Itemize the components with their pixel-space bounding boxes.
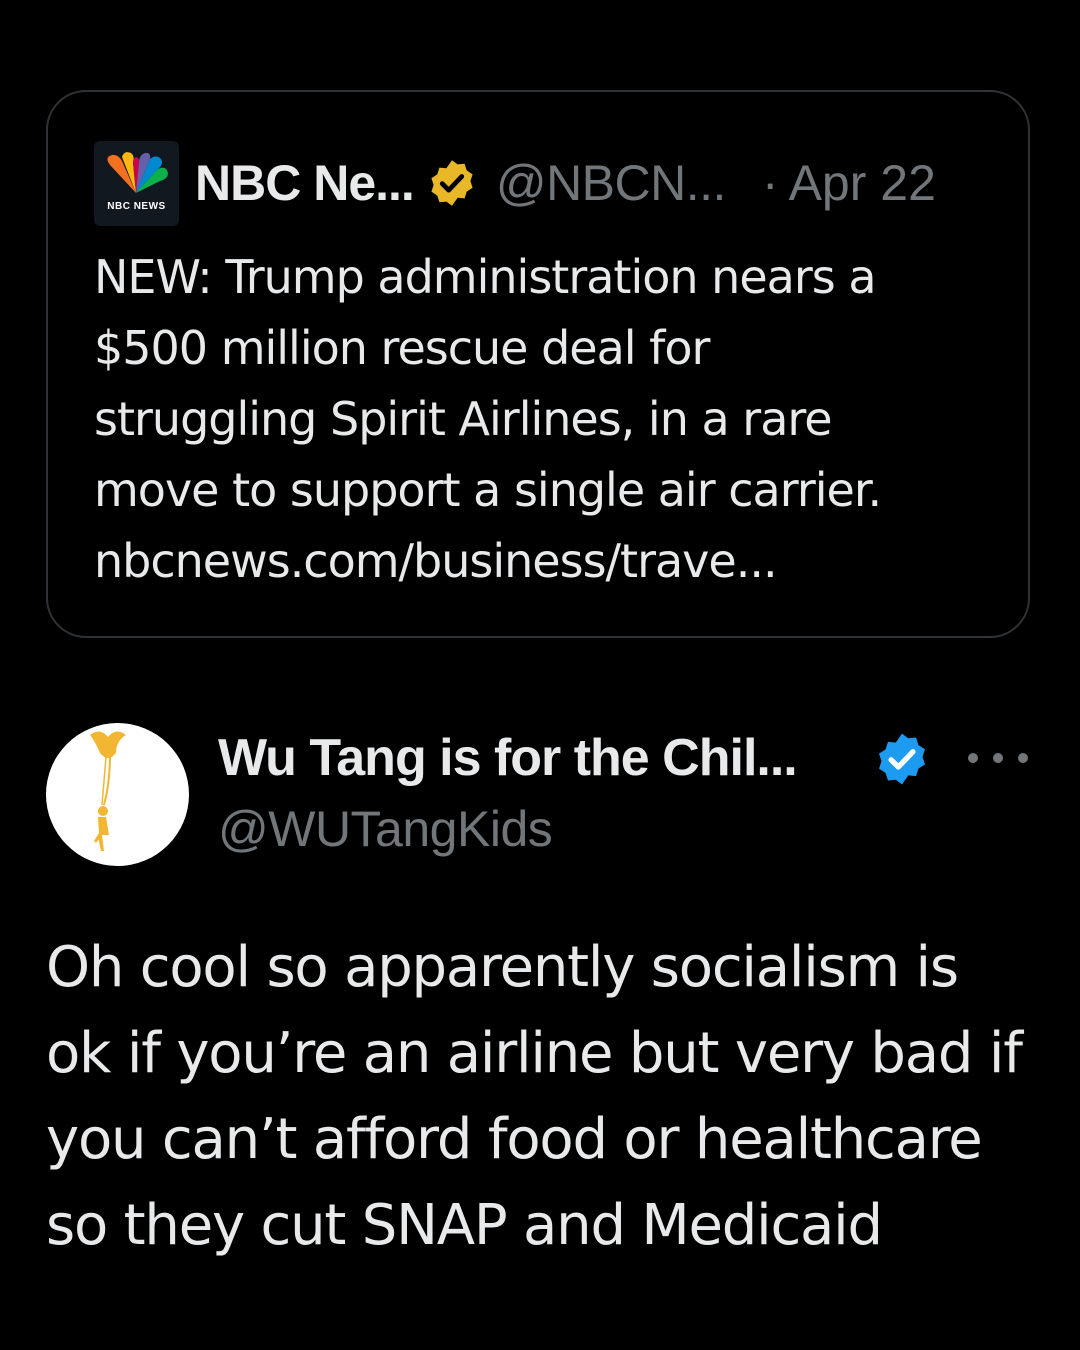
nbc-news-logo[interactable]: NBC NEWS bbox=[94, 140, 179, 226]
tweet-text-line: Oh cool so apparently socialism is bbox=[46, 935, 959, 1000]
dot bbox=[1018, 753, 1028, 763]
quoted-tweet-card[interactable]: NBC NEWS NBC Ne... @NBCN... · Apr 22 NEW… bbox=[46, 90, 1030, 638]
tweet-text-line: so they cut SNAP and Medicaid bbox=[46, 1193, 883, 1258]
quoted-author-name[interactable]: NBC Ne... bbox=[195, 154, 415, 212]
author-name[interactable]: Wu Tang is for the Chil... bbox=[218, 728, 798, 788]
avatar[interactable] bbox=[46, 723, 189, 866]
quoted-text-line: $500 million rescue deal for bbox=[94, 321, 710, 375]
quoted-text-line: struggling Spirit Airlines, in a rare bbox=[94, 392, 833, 446]
logo-text: NBC NEWS bbox=[107, 200, 166, 212]
balloon-girl-avatar-icon bbox=[90, 731, 126, 851]
tweet-text-line: you can’t afford food or healthcare bbox=[46, 1107, 983, 1172]
dot bbox=[968, 753, 978, 763]
quoted-tweet-date[interactable]: Apr 22 bbox=[789, 154, 936, 212]
quoted-tweet-text: NEW: Trump administration nears a $500 m… bbox=[94, 242, 994, 597]
tweet-text: Oh cool so apparently socialism is ok if… bbox=[46, 925, 1046, 1269]
quoted-text-line: move to support a single air carrier. bbox=[94, 463, 882, 517]
tweet-text-line: ok if you’re an airline but very bad if bbox=[46, 1021, 1023, 1086]
separator-dot: · bbox=[761, 155, 779, 211]
quoted-author-handle[interactable]: @NBCN... bbox=[496, 154, 727, 212]
blue-verified-badge-icon bbox=[879, 733, 925, 785]
peacock-icon bbox=[107, 151, 168, 193]
quoted-tweet-header: NBC NEWS NBC Ne... @NBCN... · Apr 22 bbox=[94, 138, 988, 228]
author-handle[interactable]: @WUTangKids bbox=[218, 800, 553, 858]
more-horizontal-icon[interactable] bbox=[968, 740, 1028, 776]
quoted-link[interactable]: nbcnews.com/business/trave... bbox=[94, 526, 994, 597]
gold-verified-badge-icon bbox=[431, 160, 473, 206]
dot bbox=[993, 753, 1003, 763]
quoted-text-line: NEW: Trump administration nears a bbox=[94, 250, 877, 304]
